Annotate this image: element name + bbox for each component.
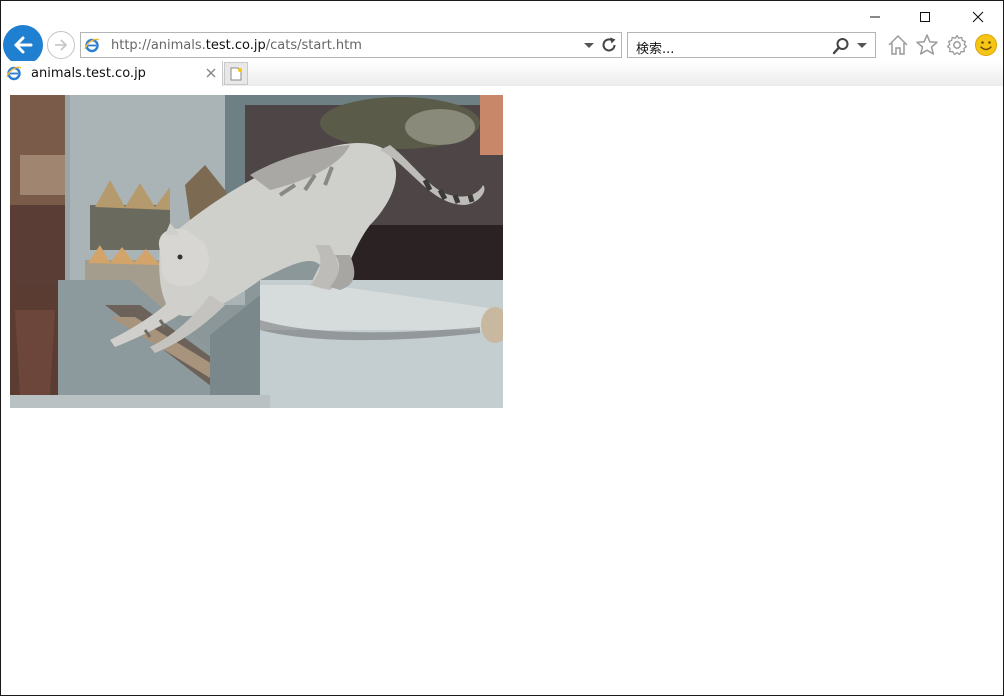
- address-bar[interactable]: http://animals.test.co.jp/cats/start.htm: [80, 32, 622, 58]
- url-prefix: http://animals.: [111, 38, 206, 53]
- tab-title: animals.test.co.jp: [31, 66, 146, 81]
- close-window-button[interactable]: [952, 1, 1003, 33]
- minimize-button[interactable]: [849, 1, 901, 33]
- browser-window: http://animals.test.co.jp/cats/start.htm…: [0, 0, 1004, 696]
- address-url[interactable]: http://animals.test.co.jp/cats/start.htm: [111, 38, 362, 53]
- ie-favicon-icon: [84, 38, 100, 53]
- ie-favicon-icon: [6, 66, 22, 81]
- smiley-icon[interactable]: [974, 33, 998, 57]
- refresh-icon[interactable]: [600, 36, 618, 54]
- url-host: test.co.jp: [205, 38, 266, 53]
- close-icon: [972, 11, 984, 23]
- back-button[interactable]: [3, 25, 43, 65]
- forward-arrow-icon: [55, 39, 68, 51]
- tab-animals[interactable]: animals.test.co.jp: [1, 61, 223, 86]
- new-tab-button[interactable]: [224, 62, 248, 85]
- maximize-icon: [920, 12, 930, 22]
- star-icon[interactable]: [915, 33, 939, 57]
- search-input[interactable]: 検索...: [636, 38, 674, 57]
- home-icon[interactable]: [886, 33, 910, 57]
- back-arrow-icon: [14, 36, 33, 54]
- url-path: /cats/start.htm: [265, 38, 362, 53]
- search-dropdown-icon[interactable]: [854, 37, 870, 53]
- cat-stretching-image: [10, 95, 503, 408]
- close-tab-icon[interactable]: [205, 67, 217, 79]
- new-tab-icon: [230, 67, 242, 80]
- magnifier-icon[interactable]: [832, 37, 850, 55]
- tab-strip: animals.test.co.jp: [1, 61, 1003, 86]
- cat-photo: [10, 95, 503, 408]
- forward-button[interactable]: [47, 31, 75, 59]
- maximize-button[interactable]: [899, 1, 951, 33]
- search-box[interactable]: 検索...: [627, 32, 876, 58]
- minimize-icon: [870, 16, 880, 18]
- address-dropdown-icon[interactable]: [581, 37, 597, 53]
- page-content: [1, 87, 1003, 695]
- gear-icon[interactable]: [945, 33, 969, 57]
